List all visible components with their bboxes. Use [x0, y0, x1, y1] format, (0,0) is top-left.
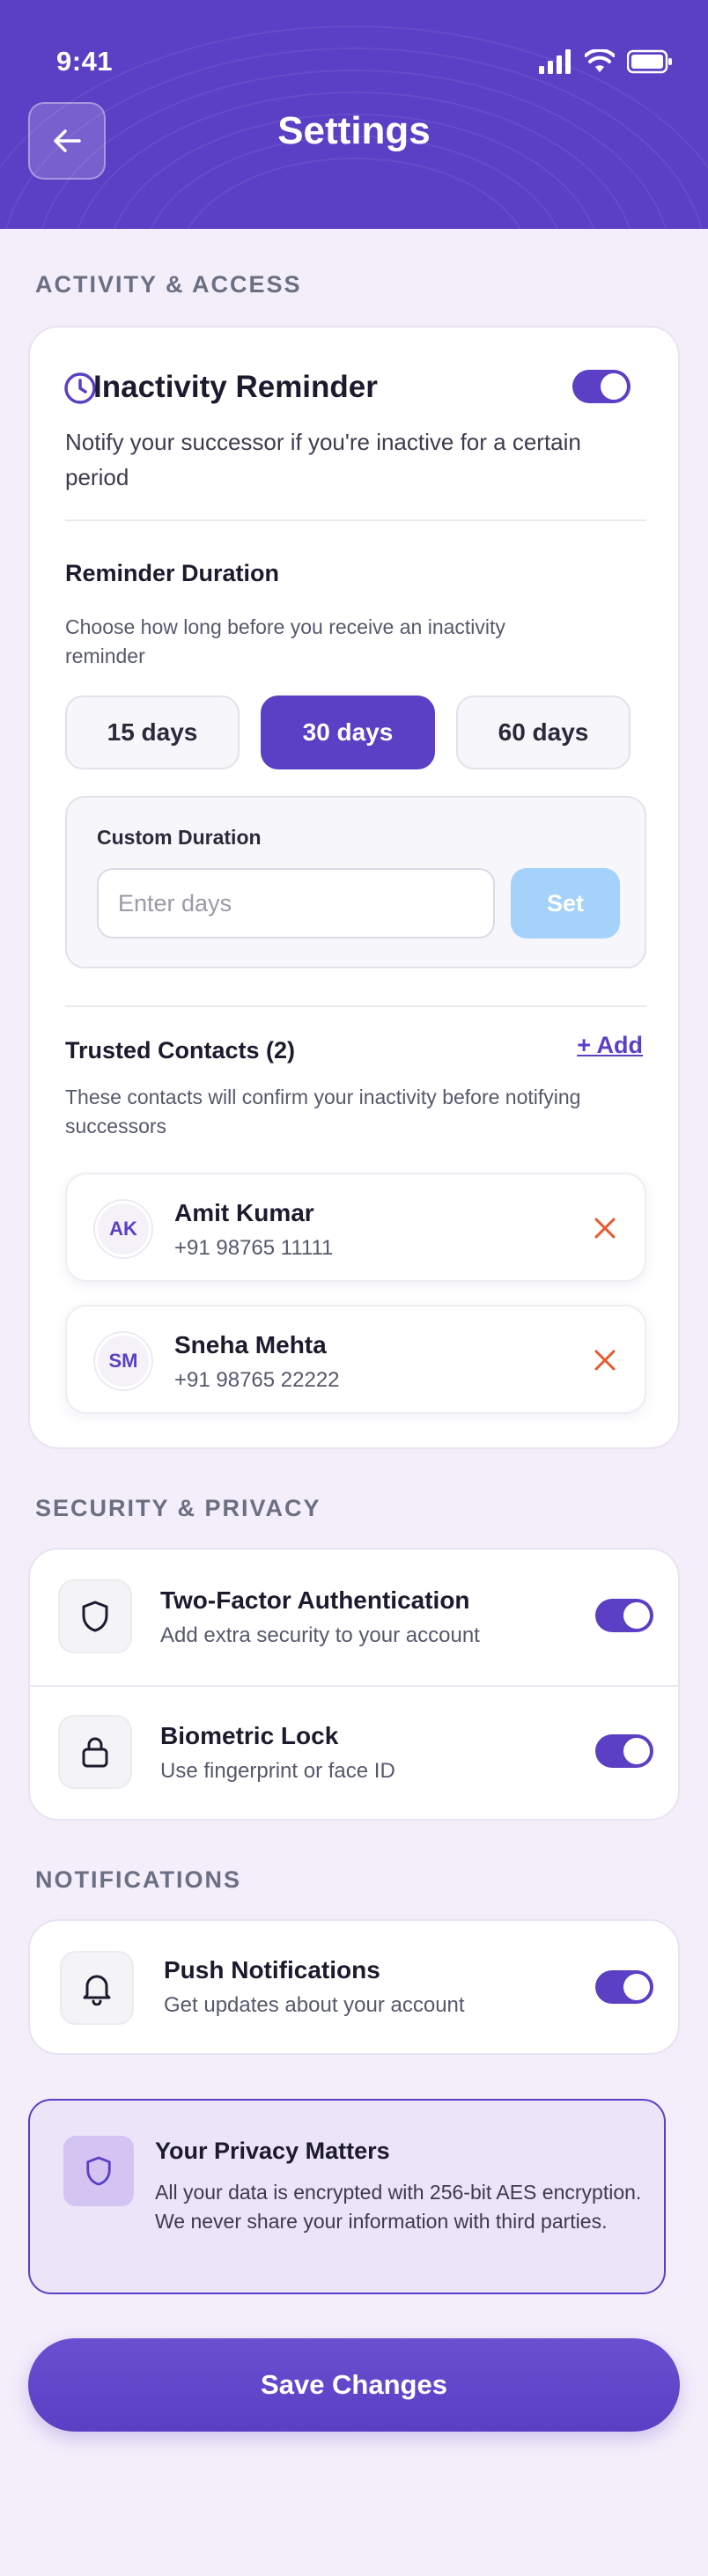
wifi-icon — [585, 49, 615, 72]
custom-duration-input[interactable] — [97, 868, 495, 938]
app-header: 9:41 Settings — [0, 0, 708, 229]
lock-icon-box — [58, 1715, 132, 1789]
push-notifications-toggle[interactable] — [595, 1970, 653, 2004]
inactivity-reminder-title: Inactivity Reminder — [93, 370, 378, 404]
trusted-contacts-title: Trusted Contacts (2) — [65, 1037, 296, 1064]
battery-icon — [627, 49, 672, 74]
set-button[interactable]: Set — [511, 868, 620, 938]
section-label-activity: ACTIVITY & ACCESS — [35, 271, 302, 298]
shield-icon-box — [58, 1579, 132, 1653]
two-factor-title: Two-Factor Authentication — [160, 1586, 470, 1614]
avatar: SM — [95, 1333, 151, 1389]
inactivity-reminder-toggle[interactable] — [572, 370, 631, 403]
contact-card: SM Sneha Mehta +91 98765 22222 — [65, 1305, 646, 1414]
contact-name: Amit Kumar — [174, 1199, 314, 1226]
duration-option-15[interactable]: 15 days — [65, 696, 240, 769]
page-title: Settings — [277, 109, 431, 152]
status-icons — [539, 49, 673, 74]
section-label-security: SECURITY & PRIVACY — [35, 1495, 321, 1521]
lock-icon — [82, 1737, 108, 1768]
bell-icon — [83, 1975, 111, 2006]
reminder-duration-title: Reminder Duration — [65, 560, 280, 586]
add-contact-link[interactable]: + Add — [577, 1032, 643, 1059]
trusted-contacts-description: These contacts will confirm your inactiv… — [65, 1086, 581, 1137]
section-label-notifications: NOTIFICATIONS — [35, 1866, 241, 1893]
duration-option-30[interactable]: 30 days — [261, 696, 435, 769]
biometric-description: Use fingerprint or face ID — [160, 1759, 395, 1783]
custom-duration-box: Custom Duration Set — [65, 796, 646, 968]
security-card: Two-Factor Authentication Add extra secu… — [28, 1548, 680, 1821]
divider — [65, 1005, 646, 1007]
save-changes-button[interactable]: Save Changes — [28, 2338, 680, 2432]
divider — [65, 519, 646, 521]
inactivity-reminder-description: Notify your successor if you're inactive… — [65, 429, 581, 490]
two-factor-description: Add extra security to your account — [160, 1623, 480, 1647]
contact-card: AK Amit Kumar +91 98765 11111 — [65, 1173, 646, 1282]
status-time: 9:41 — [56, 46, 114, 77]
contact-phone: +91 98765 22222 — [174, 1368, 340, 1392]
clock-icon — [64, 372, 96, 404]
shield-icon — [86, 2156, 111, 2186]
contact-name: Sneha Mehta — [174, 1331, 327, 1358]
push-notifications-description: Get updates about your account — [164, 1993, 465, 2017]
activity-card: Inactivity Reminder Notify your successo… — [28, 326, 680, 1449]
privacy-shield-box — [63, 2136, 134, 2206]
remove-contact-icon[interactable] — [592, 1215, 618, 1241]
bell-icon-box — [60, 1951, 134, 2025]
shield-icon — [82, 1601, 108, 1632]
contact-phone: +91 98765 11111 — [174, 1236, 334, 1260]
privacy-banner: Your Privacy Matters All your data is en… — [28, 2099, 666, 2294]
notifications-card: Push Notifications Get updates about you… — [28, 1919, 680, 2055]
divider — [30, 1685, 678, 1687]
duration-option-60[interactable]: 60 days — [456, 696, 631, 769]
custom-duration-label: Custom Duration — [97, 826, 262, 849]
reminder-duration-description: Choose how long before you receive an in… — [65, 615, 505, 667]
biometric-title: Biometric Lock — [160, 1722, 339, 1749]
cellular-signal-icon — [539, 49, 571, 74]
biometric-toggle[interactable] — [595, 1734, 653, 1768]
privacy-title: Your Privacy Matters — [155, 2138, 390, 2164]
two-factor-toggle[interactable] — [595, 1599, 653, 1632]
remove-contact-icon[interactable] — [592, 1347, 618, 1373]
privacy-text: All your data is encrypted with 256-bit … — [155, 2181, 642, 2233]
avatar: AK — [95, 1201, 151, 1257]
push-notifications-title: Push Notifications — [164, 1956, 380, 1984]
